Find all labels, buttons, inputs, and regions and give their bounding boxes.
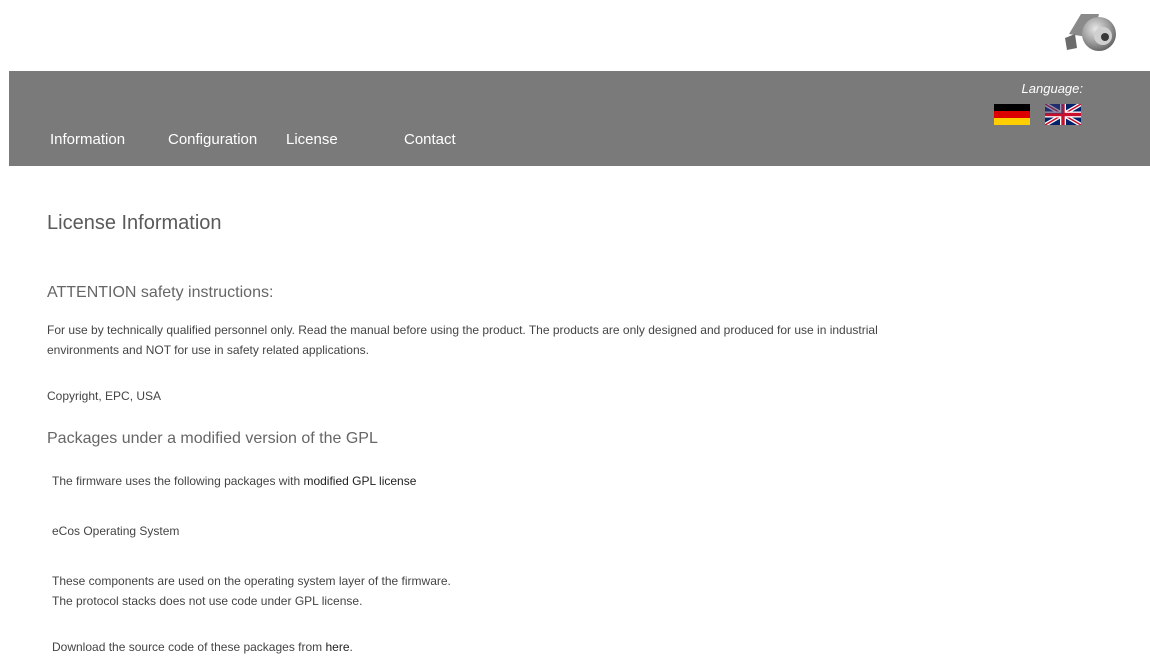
nav-configuration[interactable]: Configuration (168, 131, 257, 148)
download-text-suffix: . (349, 640, 353, 654)
page-title: License Information (47, 212, 222, 234)
nav-information[interactable]: Information (50, 131, 125, 148)
packages-intro-text: The firmware uses the following packages… (52, 474, 304, 488)
safety-text-line-2: environments and NOT for use in safety r… (47, 343, 369, 357)
language-label: Language: (1021, 81, 1083, 96)
packages-intro: The firmware uses the following packages… (52, 471, 416, 491)
download-text-prefix: Download the source code of these packag… (52, 640, 326, 654)
components-line-2: The protocol stacks does not use code un… (52, 594, 363, 608)
nav-contact[interactable]: Contact (404, 131, 456, 148)
download-text: Download the source code of these packag… (52, 637, 353, 657)
encoder-device-icon (1065, 14, 1116, 51)
modified-gpl-license-link[interactable]: modified GPL license (303, 474, 416, 488)
packages-title: Packages under a modified version of the… (47, 430, 378, 447)
header (0, 0, 1150, 71)
download-here-link[interactable]: here (326, 640, 350, 654)
safety-title: ATTENTION safety instructions: (47, 284, 274, 301)
package-name: eCos Operating System (52, 524, 180, 538)
components-line-1: These components are used on the operati… (52, 574, 451, 588)
uk-flag-icon[interactable] (1045, 104, 1081, 125)
main-navbar: Information Configuration License Contac… (9, 71, 1150, 166)
nav-license[interactable]: License (286, 131, 338, 148)
german-flag-icon[interactable] (994, 104, 1030, 125)
safety-text-line-1: For use by technically qualified personn… (47, 323, 878, 337)
copyright-text: Copyright, EPC, USA (47, 389, 162, 403)
